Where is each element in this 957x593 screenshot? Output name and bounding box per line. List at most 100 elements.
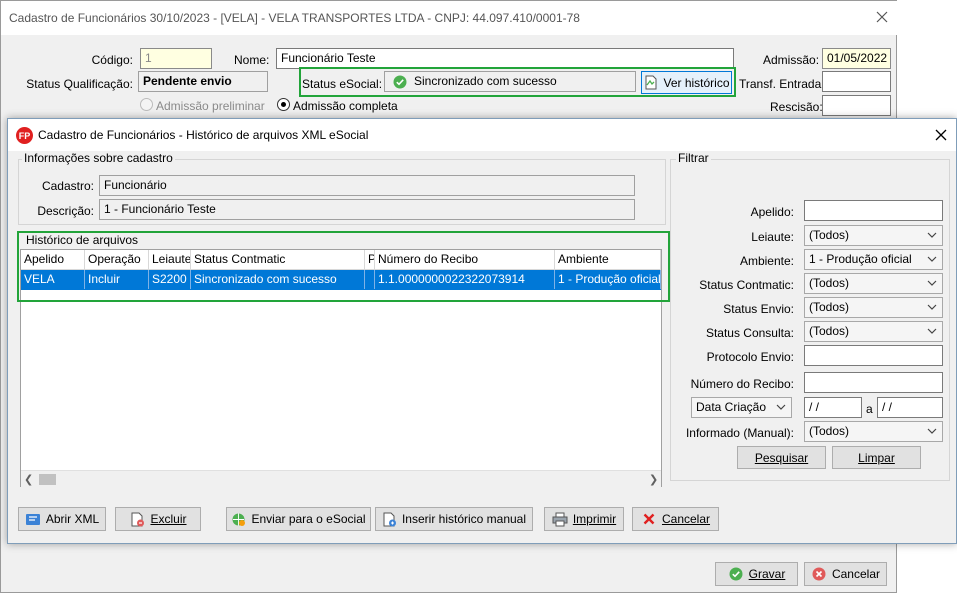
- gravar-button[interactable]: Gravar: [715, 562, 798, 586]
- abrir-xml-button[interactable]: Abrir XML: [18, 507, 106, 531]
- admissao-completa-label: Admissão completa: [293, 99, 398, 113]
- status-consulta-filter-select[interactable]: (Todos): [804, 321, 943, 342]
- gravar-label: Gravar: [748, 567, 786, 581]
- apelido-filter-input[interactable]: [804, 200, 943, 221]
- transf-entrada-label: Transf. Entrada:: [739, 77, 825, 91]
- inserir-historico-button[interactable]: Inserir histórico manual: [375, 507, 533, 531]
- close-x-icon: [641, 511, 657, 527]
- protocolo-envio-label: Protocolo Envio:: [706, 350, 794, 364]
- imprimir-label: Imprimir: [572, 512, 617, 526]
- status-envio-filter-label: Status Envio:: [723, 302, 794, 316]
- leiaute-filter-label: Leiaute:: [751, 230, 794, 244]
- admissao-preliminar-radio[interactable]: [140, 98, 153, 111]
- codigo-label: Código:: [91, 53, 133, 67]
- info-group-title: Informações sobre cadastro: [22, 151, 175, 165]
- cadastro-field: Funcionário: [99, 175, 635, 196]
- dialog-title: Cadastro de Funcionários - Histórico de …: [38, 128, 369, 142]
- pesquisar-button[interactable]: Pesquisar: [737, 446, 826, 469]
- admissao-preliminar-label: Admissão preliminar: [156, 99, 265, 113]
- date-range-separator: a: [866, 402, 873, 416]
- window-title: Cadastro de Funcionários 30/10/2023 - [V…: [9, 11, 580, 25]
- date-from-input[interactable]: / /: [804, 397, 862, 418]
- scroll-right-icon[interactable]: ❯: [649, 473, 658, 486]
- cancelar-dialog-button[interactable]: Cancelar: [632, 507, 719, 531]
- cancelar-dialog-label: Cancelar: [661, 512, 711, 526]
- codigo-field[interactable]: 1: [140, 48, 212, 69]
- pesquisar-label: Pesquisar: [754, 450, 809, 465]
- descricao-label: Descrição:: [37, 204, 94, 218]
- numero-recibo-filter-label: Número do Recibo:: [690, 377, 794, 391]
- cancel-circle-icon: [811, 566, 827, 582]
- leiaute-filter-value: (Todos): [809, 228, 850, 242]
- data-criacao-select[interactable]: Data Criação: [691, 397, 792, 418]
- status-contmatic-filter-label: Status Contmatic:: [699, 278, 794, 292]
- imprimir-button[interactable]: Imprimir: [544, 507, 624, 531]
- apelido-filter-label: Apelido:: [750, 205, 794, 219]
- status-contmatic-filter-value: (Todos): [809, 276, 850, 290]
- ambiente-filter-select[interactable]: 1 - Produção oficial: [804, 249, 943, 270]
- transf-entrada-field[interactable]: [822, 71, 891, 92]
- horizontal-scrollbar[interactable]: ❮ ❯: [21, 470, 661, 487]
- abrir-xml-label: Abrir XML: [45, 512, 100, 526]
- status-contmatic-filter-select[interactable]: (Todos): [804, 273, 943, 294]
- admissao-date-field[interactable]: 01/05/2022: [822, 48, 891, 69]
- data-criacao-value: Data Criação: [696, 400, 767, 414]
- chevron-down-icon: [926, 301, 938, 313]
- send-globe-icon: [231, 511, 246, 527]
- date-to-input[interactable]: / /: [877, 397, 943, 418]
- nome-field[interactable]: Funcionário Teste: [276, 48, 734, 69]
- status-consulta-filter-label: Status Consulta:: [705, 326, 794, 340]
- cadastro-label: Cadastro:: [41, 179, 94, 193]
- chevron-down-icon: [926, 229, 938, 241]
- scrollbar-thumb[interactable]: [39, 474, 56, 485]
- descricao-field: 1 - Funcionário Teste: [99, 199, 635, 220]
- chevron-down-icon: [775, 401, 787, 413]
- chevron-down-icon: [926, 277, 938, 289]
- enviar-esocial-label: Enviar para o eSocial: [251, 512, 366, 526]
- status-envio-filter-value: (Todos): [809, 300, 850, 314]
- cancelar-main-label: Cancelar: [831, 567, 880, 581]
- check-circle-icon: [728, 566, 744, 582]
- cancelar-main-button[interactable]: Cancelar: [804, 562, 887, 586]
- add-document-icon: [382, 511, 397, 527]
- xml-history-dialog: FP Cadastro de Funcionários - Histórico …: [7, 118, 957, 544]
- admissao-label: Admissão:: [763, 53, 820, 67]
- informado-filter-value: (Todos): [809, 424, 850, 438]
- excluir-button[interactable]: Excluir: [115, 507, 201, 531]
- enviar-esocial-button[interactable]: Enviar para o eSocial: [226, 507, 371, 531]
- chevron-down-icon: [926, 325, 938, 337]
- nome-label: Nome:: [234, 53, 270, 67]
- numero-recibo-filter-input[interactable]: [804, 372, 943, 393]
- status-envio-filter-select[interactable]: (Todos): [804, 297, 943, 318]
- inserir-historico-label: Inserir histórico manual: [401, 512, 527, 526]
- app-logo-icon: FP: [16, 127, 33, 144]
- dialog-titlebar: FP Cadastro de Funcionários - Histórico …: [8, 119, 956, 151]
- close-icon[interactable]: [874, 9, 890, 25]
- ambiente-filter-value: 1 - Produção oficial: [809, 252, 912, 266]
- limpar-label: Limpar: [858, 450, 895, 465]
- highlight-history-table: [17, 231, 670, 302]
- rescisao-field[interactable]: [822, 95, 891, 116]
- status-qualificacao-label: Status Qualificação:: [26, 77, 133, 91]
- admissao-completa-radio[interactable]: [277, 98, 290, 111]
- scroll-left-icon[interactable]: ❮: [24, 473, 33, 486]
- open-file-icon: [25, 511, 41, 527]
- filter-group-title: Filtrar: [676, 151, 711, 165]
- close-icon[interactable]: [933, 127, 949, 143]
- informado-filter-label: Informado (Manual):: [685, 426, 794, 440]
- chevron-down-icon: [926, 425, 938, 437]
- protocolo-envio-input[interactable]: [804, 345, 943, 366]
- informado-filter-select[interactable]: (Todos): [804, 421, 943, 442]
- status-qualificacao-field: Pendente envio: [138, 71, 268, 92]
- rescisao-label: Rescisão:: [770, 100, 823, 114]
- window-titlebar: Cadastro de Funcionários 30/10/2023 - [V…: [1, 1, 898, 35]
- highlight-esocial-status: [299, 67, 736, 97]
- status-consulta-filter-value: (Todos): [809, 324, 850, 338]
- ambiente-filter-label: Ambiente:: [739, 254, 794, 268]
- limpar-button[interactable]: Limpar: [832, 446, 921, 469]
- chevron-down-icon: [926, 253, 938, 265]
- excluir-label: Excluir: [150, 512, 187, 526]
- printer-icon: [552, 511, 568, 527]
- delete-document-icon: [129, 511, 145, 527]
- leiaute-filter-select[interactable]: (Todos): [804, 225, 943, 246]
